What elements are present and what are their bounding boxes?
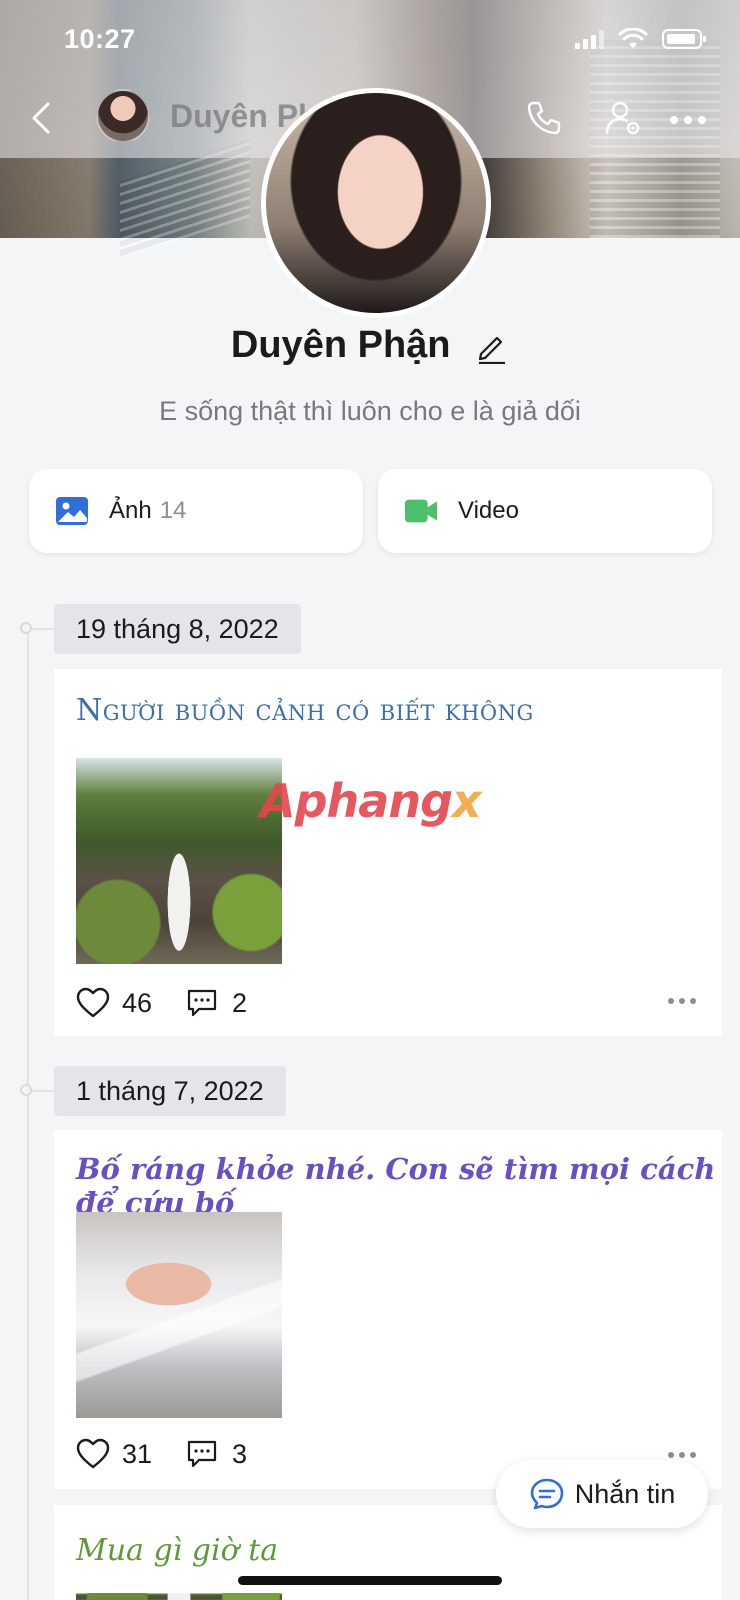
- phone-call-icon[interactable]: [524, 98, 564, 138]
- post-more-icon[interactable]: [668, 998, 696, 1004]
- edit-pencil-icon[interactable]: [475, 330, 509, 364]
- post-card[interactable]: Bố ráng khỏe nhé. Con sẽ tìm mọi cách để…: [54, 1130, 722, 1489]
- home-indicator[interactable]: [238, 1576, 502, 1585]
- post-photo[interactable]: [76, 1212, 282, 1418]
- comment-icon[interactable]: [186, 1439, 218, 1469]
- video-camera-icon: [404, 499, 438, 523]
- like-count: 46: [122, 987, 153, 1018]
- photos-button[interactable]: Ảnh 14: [29, 469, 363, 553]
- post-date: 19 tháng 8, 2022: [54, 604, 301, 654]
- message-label: Nhắn tin: [574, 1478, 676, 1509]
- timeline-dot: [20, 622, 32, 634]
- post-actions: 31 3: [76, 1438, 247, 1470]
- status-icons: [575, 28, 706, 50]
- post-caption: Bố ráng khỏe nhé. Con sẽ tìm mọi cách để…: [76, 1152, 716, 1220]
- photos-count: 14: [159, 497, 187, 524]
- post-more-icon[interactable]: [668, 1452, 696, 1458]
- photos-label: Ảnh: [109, 497, 152, 524]
- post-caption: Người buồn cảnh có biết không: [76, 693, 534, 728]
- header-avatar[interactable]: [96, 89, 150, 143]
- post-photo[interactable]: [76, 1593, 282, 1600]
- video-button[interactable]: Video: [378, 469, 712, 553]
- profile-avatar[interactable]: [261, 88, 491, 318]
- post-card[interactable]: Người buồn cảnh có biết không 46 2: [54, 669, 722, 1036]
- back-chevron-icon[interactable]: [24, 98, 60, 138]
- timeline-dot: [20, 1084, 32, 1096]
- cellular-signal-icon: [575, 29, 604, 49]
- post-caption: Mua gì giờ ta: [76, 1533, 279, 1568]
- like-count: 31: [122, 1438, 153, 1469]
- post-photo[interactable]: [76, 758, 282, 964]
- video-label: Video: [458, 497, 519, 524]
- comment-count: 3: [232, 1438, 248, 1469]
- battery-icon: [662, 29, 706, 49]
- like-heart-icon[interactable]: [76, 987, 110, 1019]
- wifi-icon: [618, 28, 648, 48]
- chat-bubble-icon: [530, 1478, 564, 1510]
- photo-gallery-icon: [56, 497, 88, 525]
- watermark-logo: Aphangx: [260, 774, 482, 828]
- timeline-tick: [32, 628, 54, 630]
- profile-settings-icon[interactable]: [604, 98, 644, 138]
- comment-count: 2: [232, 987, 248, 1018]
- status-time: 10:27: [64, 24, 136, 54]
- comment-icon[interactable]: [186, 988, 218, 1018]
- post-actions: 46 2: [76, 987, 247, 1019]
- more-options-icon[interactable]: [670, 116, 706, 124]
- profile-bio: E sống thật thì luôn cho e là giả dối: [159, 396, 581, 426]
- timeline-tick: [32, 1090, 54, 1092]
- profile-name: Duyên Phận: [230, 324, 451, 366]
- message-button[interactable]: Nhắn tin: [496, 1460, 708, 1528]
- like-heart-icon[interactable]: [76, 1438, 110, 1470]
- timeline-line: [27, 630, 29, 1600]
- post-date: 1 tháng 7, 2022: [54, 1066, 286, 1116]
- profile-name-row: Duyên Phận: [0, 324, 740, 367]
